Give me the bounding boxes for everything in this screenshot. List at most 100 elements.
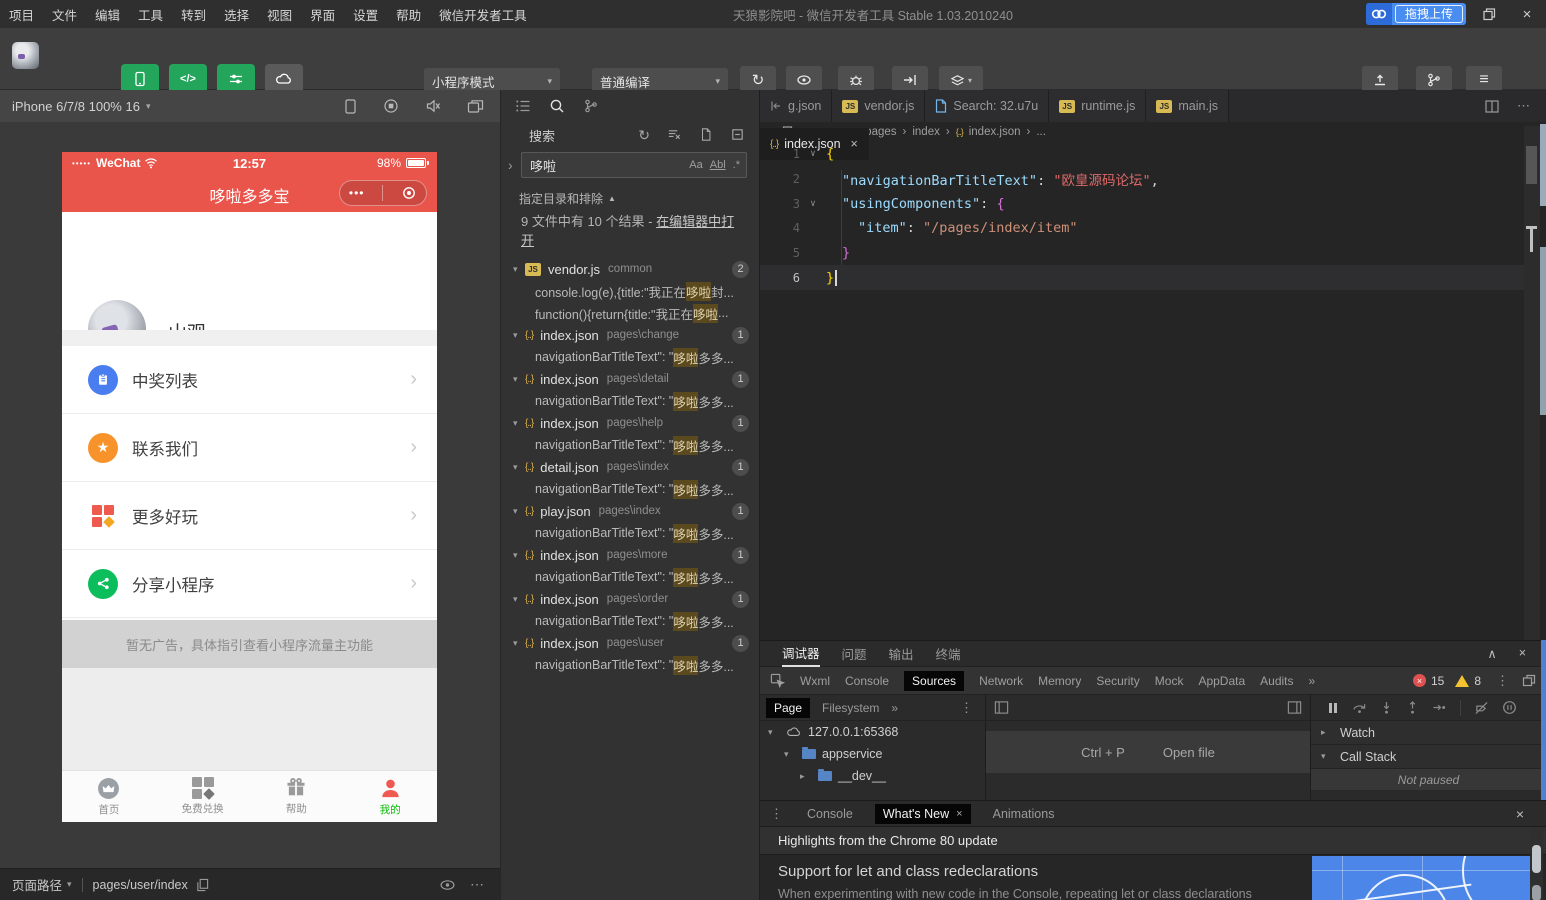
devtools-tab-audits[interactable]: Audits	[1260, 674, 1293, 688]
collapse-left-pane-icon[interactable]	[994, 700, 1009, 715]
result-file-row[interactable]: ▾ {..} detail.json pages\index 1	[501, 456, 759, 478]
menu-select[interactable]: 选择	[215, 0, 258, 28]
result-match-row[interactable]: navigationBarTitleText": "哆啦多多...	[501, 434, 759, 456]
devtools-tab-network[interactable]: Network	[979, 674, 1023, 688]
tab-g-json[interactable]: g.json	[760, 90, 832, 122]
drawer-tab-whats-new-active[interactable]: What's New ×	[875, 804, 971, 824]
crumb-pages[interactable]: pages	[865, 126, 896, 138]
explorer-icon[interactable]	[515, 98, 531, 114]
step-icon[interactable]	[1432, 701, 1447, 714]
pane-kebab-menu[interactable]: ⋮	[960, 700, 973, 716]
step-out-icon[interactable]	[1406, 701, 1419, 715]
editor-more-actions[interactable]: ⋯	[1517, 98, 1530, 114]
tree-host-row[interactable]: ▾ 127.0.0.1:65368	[760, 721, 985, 743]
tab-help[interactable]: 帮助	[250, 771, 344, 822]
drawer-kebab-menu[interactable]: ⋮	[770, 806, 783, 822]
tab-terminal[interactable]: 终端	[936, 641, 961, 667]
result-match-row[interactable]: navigationBarTitleText": "哆啦多多...	[501, 390, 759, 412]
undock-icon[interactable]	[1522, 674, 1536, 687]
project-avatar[interactable]	[12, 42, 39, 69]
drawer-tab-animations[interactable]: Animations	[993, 807, 1055, 821]
more-tabs-icon[interactable]: »	[1309, 674, 1316, 688]
result-match-row[interactable]: console.log(e),{title:"我正在哆啦封...	[501, 280, 759, 302]
result-file-row[interactable]: ▾ {..} play.json pages\index 1	[501, 500, 759, 522]
restore-window-button[interactable]	[1474, 0, 1504, 28]
close-panel-icon[interactable]: ×	[1519, 646, 1526, 661]
close-window-button[interactable]: ×	[1512, 0, 1542, 28]
tab-debugger[interactable]: 调试器	[782, 641, 820, 667]
result-match-row[interactable]: function(){return{title:"我正在哆啦...	[501, 302, 759, 324]
result-match-row[interactable]: navigationBarTitleText": "哆啦多多...	[501, 346, 759, 368]
devtools-tab-sources-active[interactable]: Sources	[904, 671, 964, 691]
menu-item-prize-list[interactable]: 中奖列表 ›	[62, 346, 437, 414]
deactivate-breakpoints-icon[interactable]	[1474, 701, 1489, 715]
copy-path-icon[interactable]	[196, 878, 209, 892]
result-match-row[interactable]: navigationBarTitleText": "哆啦多多...	[501, 566, 759, 588]
open-file-label[interactable]: Open file	[1163, 745, 1215, 760]
devtools-tab-memory[interactable]: Memory	[1038, 674, 1081, 688]
menu-item-contact-us[interactable]: ★ 联系我们 ›	[62, 414, 437, 482]
tab-mine[interactable]: 我的	[343, 771, 437, 822]
menu-settings[interactable]: 设置	[344, 0, 387, 28]
refresh-results-icon[interactable]: ↻	[638, 127, 650, 144]
record-icon[interactable]	[383, 98, 399, 114]
chrome-update-image[interactable]	[1312, 856, 1532, 900]
step-into-icon[interactable]	[1380, 701, 1393, 715]
git-branch-icon[interactable]	[583, 98, 599, 114]
result-file-row[interactable]: ▾ {..} index.json pages\user 1	[501, 632, 759, 654]
crumb-file[interactable]: index.json	[969, 126, 1021, 138]
result-match-row[interactable]: navigationBarTitleText": "哆啦多多...	[501, 610, 759, 632]
devtools-tab-console[interactable]: Console	[845, 674, 889, 688]
devtools-tab-security[interactable]: Security	[1096, 674, 1139, 688]
tab-search-editor[interactable]: Search: 32.u7u	[925, 90, 1049, 122]
article-title[interactable]: Support for let and class redeclarations	[778, 863, 1038, 880]
warning-badge-icon[interactable]	[1455, 675, 1469, 687]
menu-tools[interactable]: 工具	[129, 0, 172, 28]
mute-icon[interactable]	[425, 98, 441, 114]
warning-count[interactable]: 8	[1474, 674, 1481, 688]
call-stack-section-header[interactable]: ▾ Call Stack	[1311, 745, 1546, 769]
menu-project[interactable]: 项目	[0, 0, 43, 28]
whole-word-toggle[interactable]: Abl	[710, 159, 726, 171]
tab-vendor-js[interactable]: JS vendor.js	[832, 90, 925, 122]
clear-results-icon[interactable]	[667, 127, 682, 144]
new-search-editor-icon[interactable]	[699, 127, 713, 144]
menu-file[interactable]: 文件	[43, 0, 86, 28]
multi-window-icon[interactable]	[467, 99, 484, 114]
sources-tab-page-active[interactable]: Page	[766, 698, 810, 718]
match-case-toggle[interactable]: Aa	[689, 159, 702, 171]
collapse-panel-icon[interactable]: ∧	[1488, 646, 1497, 661]
devtools-tab-mock[interactable]: Mock	[1155, 674, 1184, 688]
result-file-row[interactable]: ▾ {..} index.json pages\help 1	[501, 412, 759, 434]
tab-free-exchange[interactable]: 免费兑换	[156, 771, 250, 822]
menu-view[interactable]: 视图	[258, 0, 301, 28]
result-match-row[interactable]: navigationBarTitleText": "哆啦多多...	[501, 522, 759, 544]
result-match-row[interactable]: navigationBarTitleText": "哆啦多多...	[501, 478, 759, 500]
menu-goto[interactable]: 转到	[172, 0, 215, 28]
sources-tab-filesystem[interactable]: Filesystem	[822, 701, 879, 715]
devtools-kebab-menu[interactable]: ⋮	[1496, 673, 1509, 689]
fold-icon[interactable]: ∨	[800, 199, 826, 209]
tab-output[interactable]: 输出	[889, 641, 914, 667]
dir-filter-toggle[interactable]: 指定目录和排除	[519, 190, 603, 207]
twisty-down-icon[interactable]: ▾	[513, 264, 525, 275]
result-match-row[interactable]: navigationBarTitleText": "哆啦多多...	[501, 654, 759, 676]
crumb-symbol[interactable]: ...	[1036, 126, 1046, 138]
pause-icon[interactable]	[1327, 702, 1339, 714]
overview-ruler[interactable]	[1524, 126, 1540, 640]
inspect-icon[interactable]	[770, 673, 785, 688]
error-count[interactable]: 15	[1431, 674, 1444, 688]
result-file-row[interactable]: ▾ {..} index.json pages\detail 1	[501, 368, 759, 390]
eye-icon[interactable]	[439, 878, 456, 892]
crumb-index[interactable]: index	[912, 126, 940, 138]
error-badge-icon[interactable]: ×	[1413, 674, 1426, 687]
collapse-right-pane-icon[interactable]	[1287, 700, 1302, 715]
devtools-tab-wxml[interactable]: Wxml	[800, 674, 830, 688]
tree-folder-row[interactable]: ▸ __dev__	[760, 765, 985, 787]
menu-edit[interactable]: 编辑	[86, 0, 129, 28]
scrollbar-thumb[interactable]	[1532, 845, 1541, 873]
collapse-all-icon[interactable]	[730, 127, 745, 144]
more-panes-icon[interactable]: »	[891, 701, 898, 715]
rotate-device-icon[interactable]	[344, 98, 357, 115]
drawer-tab-console[interactable]: Console	[807, 807, 853, 821]
